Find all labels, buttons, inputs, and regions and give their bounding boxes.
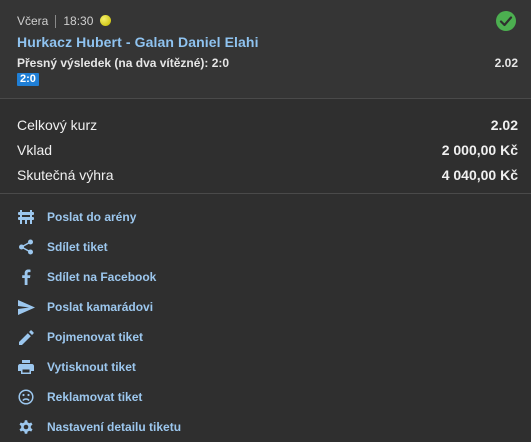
send-to-friend-button[interactable]: Poslat kamarádovi	[17, 297, 317, 317]
sad-face-icon	[17, 388, 35, 406]
send-icon	[17, 298, 35, 316]
bet-meta: Včera 18:30	[17, 13, 112, 29]
bet-summary: Celkový kurz 2.02 Vklad 2 000,00 Kč Skut…	[0, 100, 531, 194]
win-row: Skutečná výhra 4 040,00 Kč	[17, 167, 518, 183]
separator	[55, 14, 57, 28]
check-circle-icon	[496, 11, 516, 31]
bet-card: Včera 18:30 Hurkacz Hubert - Galan Danie…	[0, 0, 531, 99]
action-label: Sdílet tiket	[47, 240, 108, 254]
stake-value: 2 000,00 Kč	[441, 142, 518, 158]
tennis-ball-icon	[100, 14, 112, 26]
share-icon	[17, 238, 35, 256]
gear-icon	[17, 418, 35, 436]
action-label: Nastavení detailu tiketu	[47, 420, 182, 434]
win-value: 4 040,00 Kč	[441, 167, 518, 183]
ticket-detail-settings-button[interactable]: Nastavení detailu tiketu	[17, 417, 317, 437]
facebook-icon	[17, 268, 35, 286]
action-label: Poslat kamarádovi	[47, 300, 154, 314]
rename-ticket-button[interactable]: Pojmenovat tiket	[17, 327, 317, 347]
total-odds-label: Celkový kurz	[17, 117, 98, 133]
stake-row: Vklad 2 000,00 Kč	[17, 142, 518, 158]
arena-icon	[17, 208, 35, 226]
claim-ticket-button[interactable]: Reklamovat tiket	[17, 387, 317, 407]
selection-badge: 2:0	[17, 73, 39, 86]
bet-day: Včera	[17, 14, 49, 28]
win-label: Skutečná výhra	[17, 167, 114, 183]
total-odds-row: Celkový kurz 2.02	[17, 117, 518, 133]
share-facebook-button[interactable]: Sdílet na Facebook	[17, 267, 317, 287]
pencil-icon	[17, 328, 35, 346]
action-label: Vytisknout tiket	[47, 360, 136, 374]
bet-time: 18:30	[63, 14, 94, 28]
action-label: Reklamovat tiket	[47, 390, 143, 404]
total-odds-value: 2.02	[490, 117, 518, 133]
action-label: Poslat do arény	[47, 210, 137, 224]
send-to-arena-button[interactable]: Poslat do arény	[17, 207, 317, 227]
share-ticket-button[interactable]: Sdílet tiket	[17, 237, 317, 257]
selection-odds: 2.02	[494, 56, 518, 70]
stake-label: Vklad	[17, 142, 53, 158]
action-label: Sdílet na Facebook	[47, 270, 157, 284]
match-link[interactable]: Hurkacz Hubert - Galan Daniel Elahi	[17, 34, 259, 50]
action-label: Pojmenovat tiket	[47, 330, 144, 344]
market-label: Přesný výsledek (na dva vítězné): 2:0	[17, 56, 230, 70]
print-ticket-button[interactable]: Vytisknout tiket	[17, 357, 317, 377]
printer-icon	[17, 358, 35, 376]
market-row: Přesný výsledek (na dva vítězné): 2:0 2.…	[17, 56, 518, 70]
